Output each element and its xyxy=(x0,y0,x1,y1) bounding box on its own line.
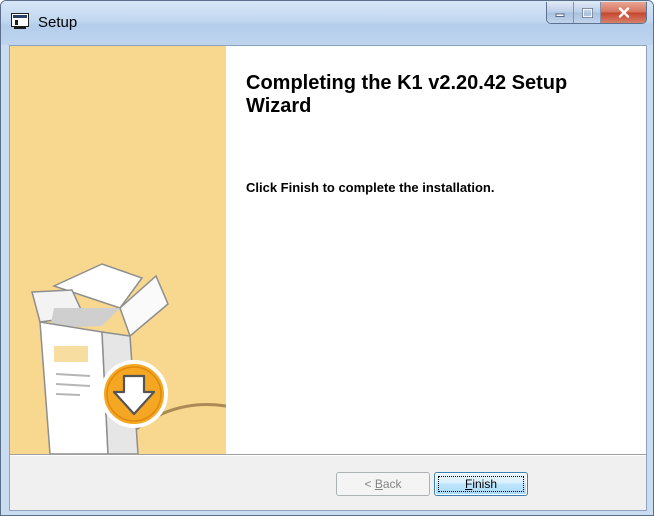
maximize-button[interactable] xyxy=(574,2,601,23)
page-description: Click Finish to complete the installatio… xyxy=(246,180,495,195)
wizard-client-area: Completing the K1 v2.20.42 Setup Wizard … xyxy=(9,45,647,511)
installer-box-icon xyxy=(31,263,226,454)
caption-buttons xyxy=(546,2,647,24)
wizard-sidebar xyxy=(10,46,226,454)
close-icon xyxy=(618,7,629,18)
minimize-icon xyxy=(555,13,565,17)
close-button[interactable] xyxy=(601,2,646,23)
button-divider xyxy=(10,454,646,456)
title-bar[interactable]: Setup xyxy=(1,1,653,45)
finish-button-label: Finish xyxy=(464,477,498,491)
finish-button[interactable]: Finish xyxy=(434,472,528,496)
page-title: Completing the K1 v2.20.42 Setup Wizard xyxy=(246,72,568,117)
setup-window: Setup Completing the K1 v2.20.42 Setup W… xyxy=(0,0,654,516)
window-title: Setup xyxy=(38,14,78,31)
setup-app-icon xyxy=(11,13,29,29)
back-button-label: < Back xyxy=(364,477,402,491)
maximize-icon xyxy=(581,7,593,18)
wizard-content: Completing the K1 v2.20.42 Setup Wizard … xyxy=(226,46,646,454)
minimize-button[interactable] xyxy=(547,2,574,23)
back-button[interactable]: < Back xyxy=(336,472,430,496)
